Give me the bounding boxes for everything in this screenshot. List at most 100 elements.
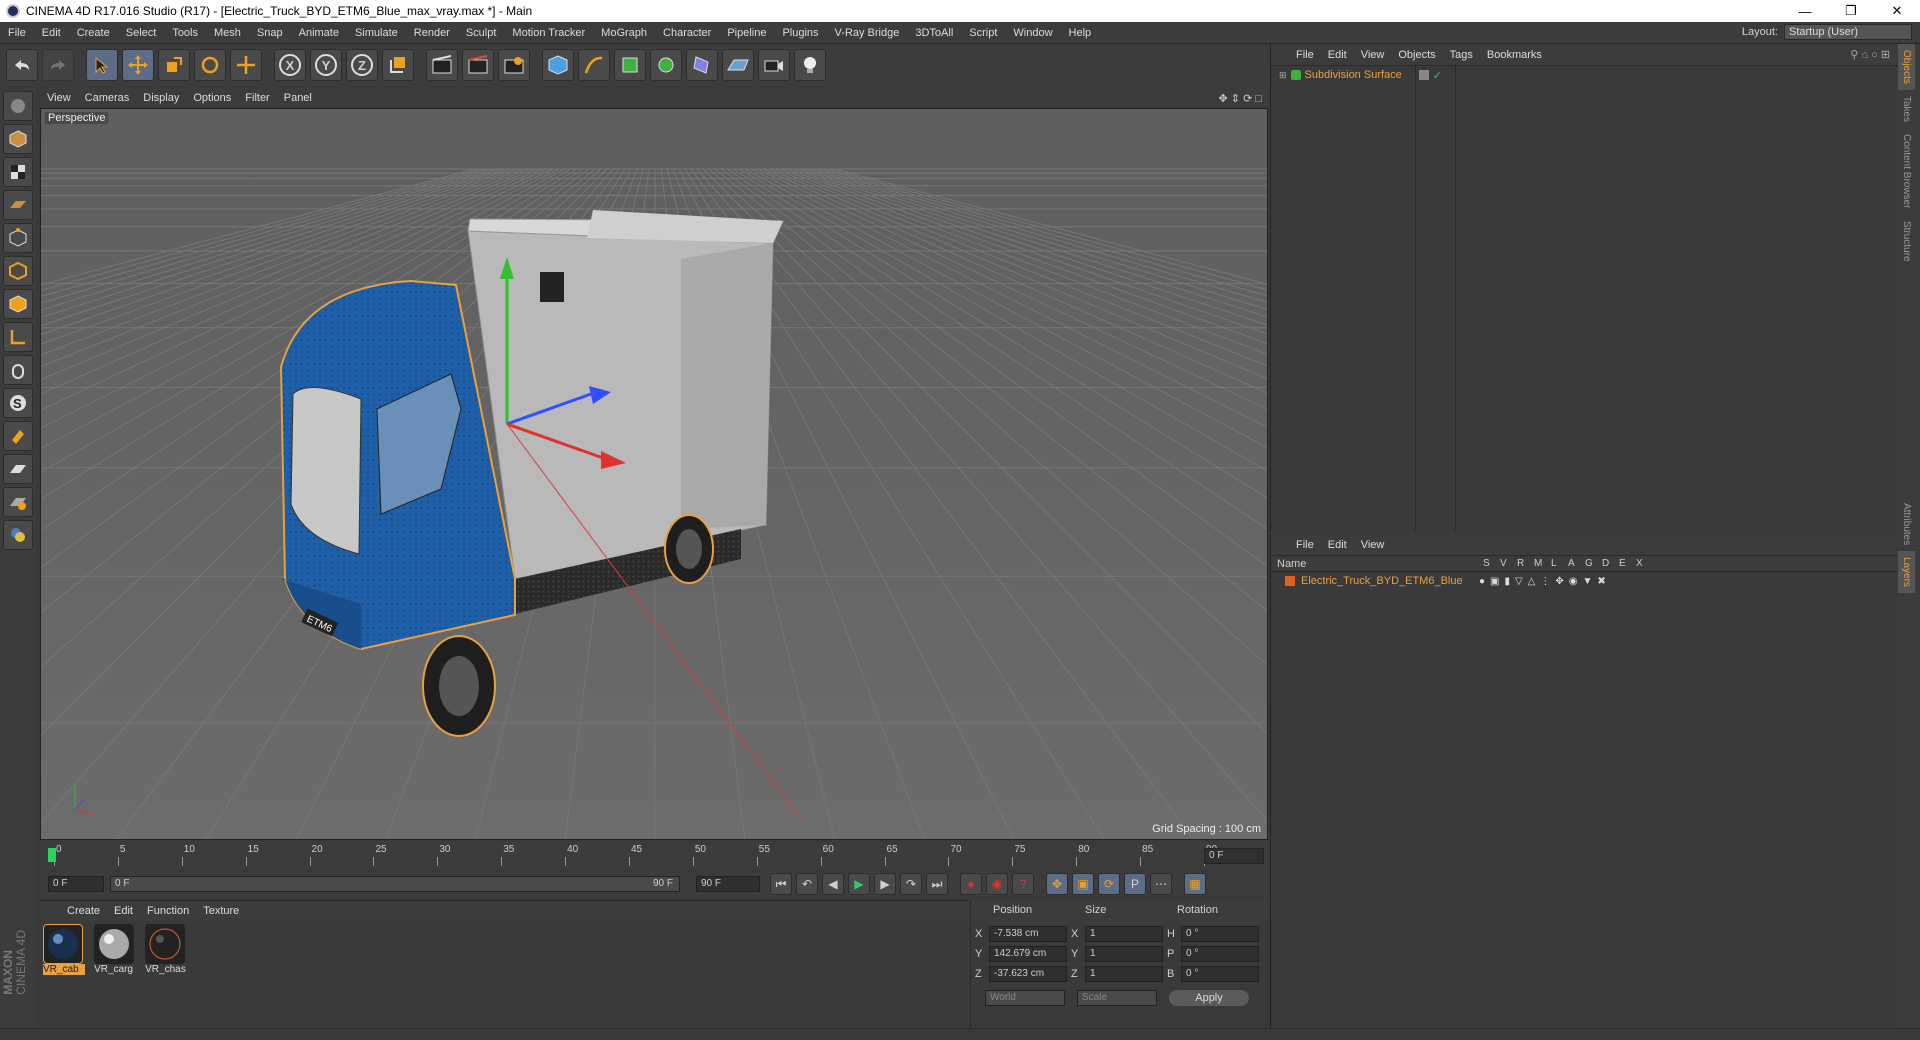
redo-icon[interactable] [42, 49, 74, 81]
objects-menu-objects[interactable]: Objects [1391, 49, 1442, 61]
snapping-icon[interactable]: S [3, 388, 33, 418]
previous-key-icon[interactable]: ↶ [796, 873, 818, 895]
objects-menu-view[interactable]: View [1354, 49, 1392, 61]
menu-pipeline[interactable]: Pipeline [719, 27, 774, 39]
timeline-window-icon[interactable]: ▦ [1184, 873, 1206, 895]
menu-file[interactable]: File [0, 27, 34, 39]
keyframe-selection-icon[interactable]: ? [1012, 873, 1034, 895]
axis-mode-icon[interactable] [3, 322, 33, 352]
menu-simulate[interactable]: Simulate [347, 27, 406, 39]
close-button[interactable]: ✕ [1874, 0, 1920, 22]
next-key-icon[interactable]: ↷ [900, 873, 922, 895]
key-pla-icon[interactable]: ⋯ [1150, 873, 1172, 895]
position-field[interactable]: 142.679 cm [989, 946, 1067, 962]
object-manager-search-icons[interactable]: ⚲ ⌂ ○ ⊞ [1850, 48, 1890, 61]
next-frame-icon[interactable]: ▶ [874, 873, 896, 895]
menu-sculpt[interactable]: Sculpt [458, 27, 505, 39]
rotate-tool-icon[interactable] [194, 49, 226, 81]
undo-icon[interactable] [6, 49, 38, 81]
editor-visibility-icon[interactable] [1418, 70, 1429, 80]
layer-column-header[interactable]: M [1534, 558, 1551, 569]
start-frame-field[interactable]: 0 F [48, 876, 104, 892]
coordinate-system-icon[interactable] [382, 49, 414, 81]
material-swatch[interactable]: VR_carg [94, 924, 136, 975]
record-keys-icon[interactable]: ● [960, 873, 982, 895]
material-menu-edit[interactable]: Edit [107, 905, 140, 917]
menu-window[interactable]: Window [1005, 27, 1060, 39]
render-view-icon[interactable] [426, 49, 458, 81]
floor-icon[interactable] [722, 49, 754, 81]
layers-menu-view[interactable]: View [1354, 539, 1392, 551]
render-settings-icon[interactable] [498, 49, 530, 81]
cloner-icon[interactable] [650, 49, 682, 81]
layer-name[interactable]: Electric_Truck_BYD_ETM6_Blue [1301, 575, 1479, 587]
menu-render[interactable]: Render [406, 27, 458, 39]
position-field[interactable]: -37.623 cm [989, 966, 1067, 982]
preview-range-slider[interactable]: 0 F 90 F [110, 876, 680, 892]
previous-frame-icon[interactable]: ◀ [822, 873, 844, 895]
layer-column-header[interactable]: E [1619, 558, 1636, 569]
go-to-end-icon[interactable]: ⏭ [926, 873, 948, 895]
tab-objects[interactable]: Objects [1898, 44, 1915, 90]
object-row[interactable]: ⊞ Subdivision Surface ✓ [1271, 66, 1898, 84]
menu-script[interactable]: Script [961, 27, 1005, 39]
layer-column-header[interactable]: R [1517, 558, 1534, 569]
menu-tools[interactable]: Tools [164, 27, 206, 39]
rotation-field[interactable]: 0 ° [1181, 966, 1259, 982]
lock-workplane-icon[interactable] [3, 454, 33, 484]
edges-mode-icon[interactable] [3, 256, 33, 286]
menu-select[interactable]: Select [118, 27, 165, 39]
viewport-menu-display[interactable]: Display [136, 92, 186, 104]
menu-help[interactable]: Help [1061, 27, 1100, 39]
z-axis-lock-icon[interactable]: Z [346, 49, 378, 81]
viewport-nav-icons[interactable]: ✥ ⇕ ⟳ □ [1219, 92, 1262, 105]
polygons-mode-icon[interactable] [3, 289, 33, 319]
deformer-icon[interactable] [686, 49, 718, 81]
points-mode-icon[interactable] [3, 223, 33, 253]
current-frame-field[interactable]: 0 F [1204, 848, 1264, 864]
layer-toggle-icons[interactable]: ●▣▮▽△⋮✥◉▼✖ [1479, 576, 1611, 587]
key-parameter-icon[interactable]: P [1124, 873, 1146, 895]
subdivision-surface-icon[interactable] [614, 49, 646, 81]
layer-column-header[interactable]: D [1602, 558, 1619, 569]
live-selection-icon[interactable] [230, 49, 262, 81]
object-name[interactable]: Subdivision Surface [1305, 69, 1415, 81]
material-swatch[interactable]: VR_chas [145, 924, 187, 975]
rotation-field[interactable]: 0 ° [1181, 946, 1259, 962]
render-picture-viewer-icon[interactable] [462, 49, 494, 81]
timeline-ruler[interactable]: 051015202530354045505560657075808590 0 F [40, 842, 1268, 870]
size-field[interactable]: 1 [1085, 966, 1163, 982]
scale-tool-icon[interactable] [158, 49, 190, 81]
tab-structure[interactable]: Structure [1898, 215, 1915, 268]
perspective-viewport[interactable]: ETM6 Perspective Grid Spacing : 100 cm [40, 108, 1268, 840]
menu-motion-tracker[interactable]: Motion Tracker [504, 27, 593, 39]
viewport-menu-view[interactable]: View [40, 92, 78, 104]
menu-create[interactable]: Create [69, 27, 118, 39]
tab-takes[interactable]: Takes [1898, 90, 1915, 128]
cube-primitive-icon[interactable] [542, 49, 574, 81]
objects-menu-edit[interactable]: Edit [1321, 49, 1354, 61]
layer-row[interactable]: Electric_Truck_BYD_ETM6_Blue ●▣▮▽△⋮✥◉▼✖ [1271, 572, 1898, 590]
objects-menu-file[interactable]: File [1289, 49, 1321, 61]
viewport-menu-panel[interactable]: Panel [277, 92, 319, 104]
size-field[interactable]: 1 [1085, 946, 1163, 962]
tweak-mode-icon[interactable] [3, 355, 33, 385]
magnet-icon[interactable] [3, 421, 33, 451]
material-menu-texture[interactable]: Texture [196, 905, 246, 917]
layer-column-header[interactable]: L [1551, 558, 1568, 569]
coordinate-mode-dropdown[interactable]: World [985, 990, 1065, 1006]
make-editable-icon[interactable] [3, 91, 33, 121]
layers-menu-edit[interactable]: Edit [1321, 539, 1354, 551]
expand-icon[interactable]: ⊞ [1279, 70, 1287, 81]
layer-column-header[interactable]: S [1483, 558, 1500, 569]
menu-character[interactable]: Character [655, 27, 719, 39]
light-icon[interactable] [794, 49, 826, 81]
menu-plugins[interactable]: Plugins [774, 27, 826, 39]
workplane-icon[interactable] [3, 190, 33, 220]
move-tool-icon[interactable] [122, 49, 154, 81]
tab-content-browser[interactable]: Content Browser [1898, 128, 1915, 214]
planar-workplane-icon[interactable] [3, 487, 33, 517]
go-to-start-icon[interactable]: ⏮ [770, 873, 792, 895]
size-field[interactable]: 1 [1085, 926, 1163, 942]
menu-mesh[interactable]: Mesh [206, 27, 249, 39]
